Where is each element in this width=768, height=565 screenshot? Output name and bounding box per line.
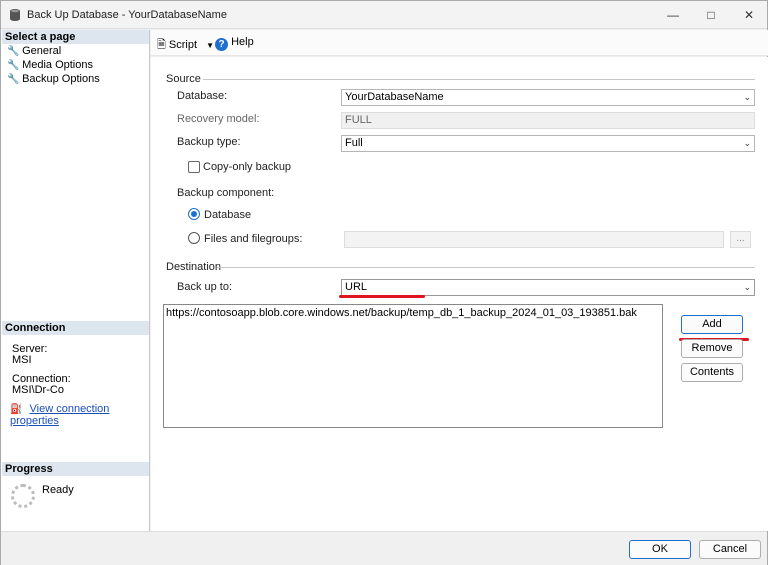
view-connection-properties-link[interactable]: View connection properties [10, 403, 109, 427]
script-button[interactable]: 🗎 Script ▼ [157, 36, 214, 55]
cancel-button[interactable]: Cancel [699, 540, 761, 559]
help-button[interactable]: ? Help [215, 36, 254, 51]
wrench-icon: 🔧 [7, 60, 20, 71]
filegroups-browse-button: ... [730, 231, 751, 248]
copy-only-label: Copy-only backup [203, 161, 292, 173]
page-media-options[interactable]: 🔧 Media Options [7, 58, 93, 72]
title-bar: Back Up Database - YourDatabaseName — □ … [1, 1, 767, 29]
source-group-label: Source [166, 73, 201, 85]
contents-button[interactable]: Contents [681, 363, 743, 382]
left-pane: Select a page 🔧 General 🔧 Media Options … [1, 30, 150, 531]
remove-button[interactable]: Remove [681, 339, 743, 358]
copy-only-checkbox[interactable] [188, 161, 200, 173]
chevron-down-icon: ⌄ [743, 138, 751, 148]
main-panel: Source Database: YourDatabaseName ⌄ Reco… [151, 57, 768, 531]
component-database-label: Database [204, 209, 252, 221]
server-value: MSI [12, 354, 32, 366]
progress-status: Ready [42, 484, 74, 496]
destination-group-label: Destination [166, 261, 222, 273]
maximize-icon[interactable]: □ [697, 5, 725, 25]
chevron-down-icon: ⌄ [743, 92, 751, 102]
page-backup-options[interactable]: 🔧 Backup Options [7, 72, 100, 86]
backup-component-label: Backup component: [177, 187, 275, 199]
chevron-down-icon: ⌄ [743, 282, 751, 292]
progress-spinner-icon [11, 484, 35, 508]
backup-dialog: Back Up Database - YourDatabaseName — □ … [0, 0, 768, 565]
database-icon [10, 9, 20, 21]
recovery-model-value: FULL [341, 112, 755, 129]
script-icon: 🗎 [157, 39, 166, 51]
recovery-model-label: Recovery model: [177, 113, 260, 125]
ok-button[interactable]: OK [629, 540, 691, 559]
close-icon[interactable]: ✕ [735, 5, 763, 25]
backup-to-label: Back up to: [177, 281, 233, 293]
connection-value: MSI\Dr-Co [12, 384, 64, 396]
view-connection-row: ⛽ View connection properties [10, 403, 149, 427]
dialog-footer: OK Cancel [1, 531, 767, 565]
connection-properties-icon: ⛽ [10, 404, 23, 415]
select-page-header: Select a page [2, 30, 149, 44]
progress-header: Progress [2, 462, 149, 476]
page-general[interactable]: 🔧 General [7, 44, 62, 58]
wrench-icon: 🔧 [7, 46, 20, 57]
destination-list[interactable]: https://contosoapp.blob.core.windows.net… [163, 304, 663, 428]
component-files-radio[interactable] [188, 232, 200, 244]
wrench-icon: 🔧 [7, 74, 20, 85]
chevron-down-icon: ▼ [206, 41, 215, 50]
window-title: Back Up Database - YourDatabaseName [27, 9, 227, 21]
source-divider [203, 79, 755, 80]
toolbar: 🗎 Script ▼ ? Help [151, 30, 768, 56]
annotation-underline-url [339, 295, 425, 298]
minimize-icon[interactable]: — [659, 5, 687, 25]
database-select[interactable]: YourDatabaseName ⌄ [341, 89, 755, 106]
add-button[interactable]: Add [681, 315, 743, 334]
filegroups-field [344, 231, 724, 248]
backup-type-label: Backup type: [177, 136, 241, 148]
connection-header: Connection [2, 321, 149, 335]
help-icon: ? [215, 38, 228, 51]
database-label: Database: [177, 90, 228, 102]
backup-type-select[interactable]: Full ⌄ [341, 135, 755, 152]
component-files-label: Files and filegroups: [204, 233, 303, 245]
list-item[interactable]: https://contosoapp.blob.core.windows.net… [166, 307, 660, 319]
component-database-radio[interactable] [188, 208, 200, 220]
destination-divider [217, 267, 755, 268]
backup-to-select[interactable]: URL ⌄ [341, 279, 755, 296]
